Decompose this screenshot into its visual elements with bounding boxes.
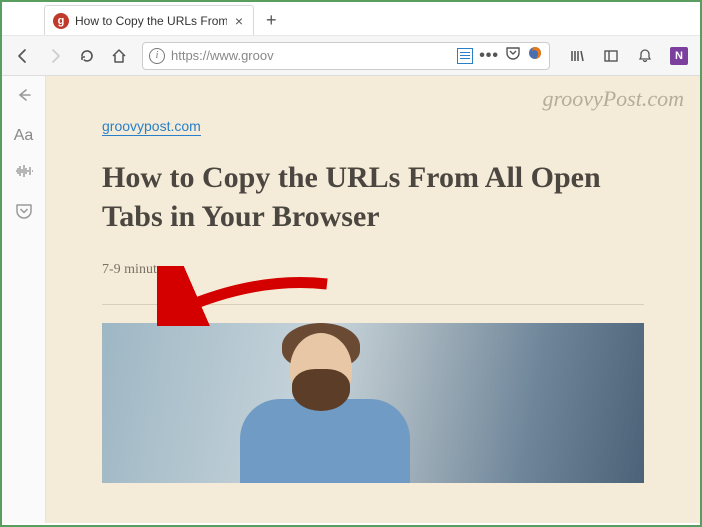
article-title: How to Copy the URLs From All Open Tabs …	[102, 158, 644, 236]
close-reader-button[interactable]	[15, 86, 33, 109]
reload-icon	[79, 48, 95, 64]
read-time: 7-9 minutes	[102, 262, 644, 278]
save-pocket-button[interactable]	[15, 202, 33, 225]
watermark: groovyPost.com	[542, 86, 684, 112]
forward-icon	[47, 48, 63, 64]
close-tab-icon[interactable]: ×	[233, 13, 245, 29]
reload-button[interactable]	[72, 41, 102, 71]
titlebar: g How to Copy the URLs From All × +	[2, 2, 700, 36]
onenote-icon: N	[670, 47, 688, 65]
save-pocket-icon	[15, 202, 33, 220]
reader-view-icon[interactable]	[457, 48, 473, 64]
narrate-icon	[14, 163, 34, 179]
library-button[interactable]	[562, 41, 592, 71]
content-area: Aa groovyPost.com groovypost.com How to …	[2, 76, 700, 523]
notifications-button[interactable]	[630, 41, 660, 71]
bell-icon	[637, 48, 653, 64]
reader-sidebar: Aa	[2, 76, 46, 523]
new-tab-button[interactable]: +	[266, 10, 277, 31]
firefox-icon[interactable]	[527, 45, 543, 66]
type-controls-button[interactable]: Aa	[14, 127, 34, 145]
reader-content: groovyPost.com groovypost.com How to Cop…	[46, 76, 700, 523]
url-text: https://www.groov	[171, 48, 451, 63]
hero-image	[102, 323, 644, 483]
home-icon	[111, 48, 127, 64]
toolbar-right: N L	[562, 41, 694, 71]
sidebars-icon	[603, 48, 619, 64]
tab-title: How to Copy the URLs From All	[75, 14, 227, 28]
narrate-button[interactable]	[14, 163, 34, 184]
pocket-urlbar-icon[interactable]	[505, 45, 521, 66]
close-reader-icon	[15, 86, 33, 104]
back-icon	[15, 48, 31, 64]
divider	[102, 304, 644, 305]
page-actions-icon[interactable]: •••	[479, 47, 499, 65]
forward-button	[40, 41, 70, 71]
tab-favicon: g	[53, 13, 69, 29]
sidebars-button[interactable]	[596, 41, 626, 71]
site-info-icon[interactable]: i	[149, 48, 165, 64]
browser-tab[interactable]: g How to Copy the URLs From All ×	[44, 5, 254, 35]
hero-person	[210, 323, 410, 483]
article-source-link[interactable]: groovypost.com	[102, 118, 201, 136]
onenote-button[interactable]: N	[664, 41, 694, 71]
url-bar[interactable]: i https://www.groov •••	[142, 42, 550, 70]
home-button[interactable]	[104, 41, 134, 71]
nav-toolbar: i https://www.groov ••• N L	[2, 36, 700, 76]
back-button[interactable]	[8, 41, 38, 71]
library-icon	[569, 48, 585, 64]
